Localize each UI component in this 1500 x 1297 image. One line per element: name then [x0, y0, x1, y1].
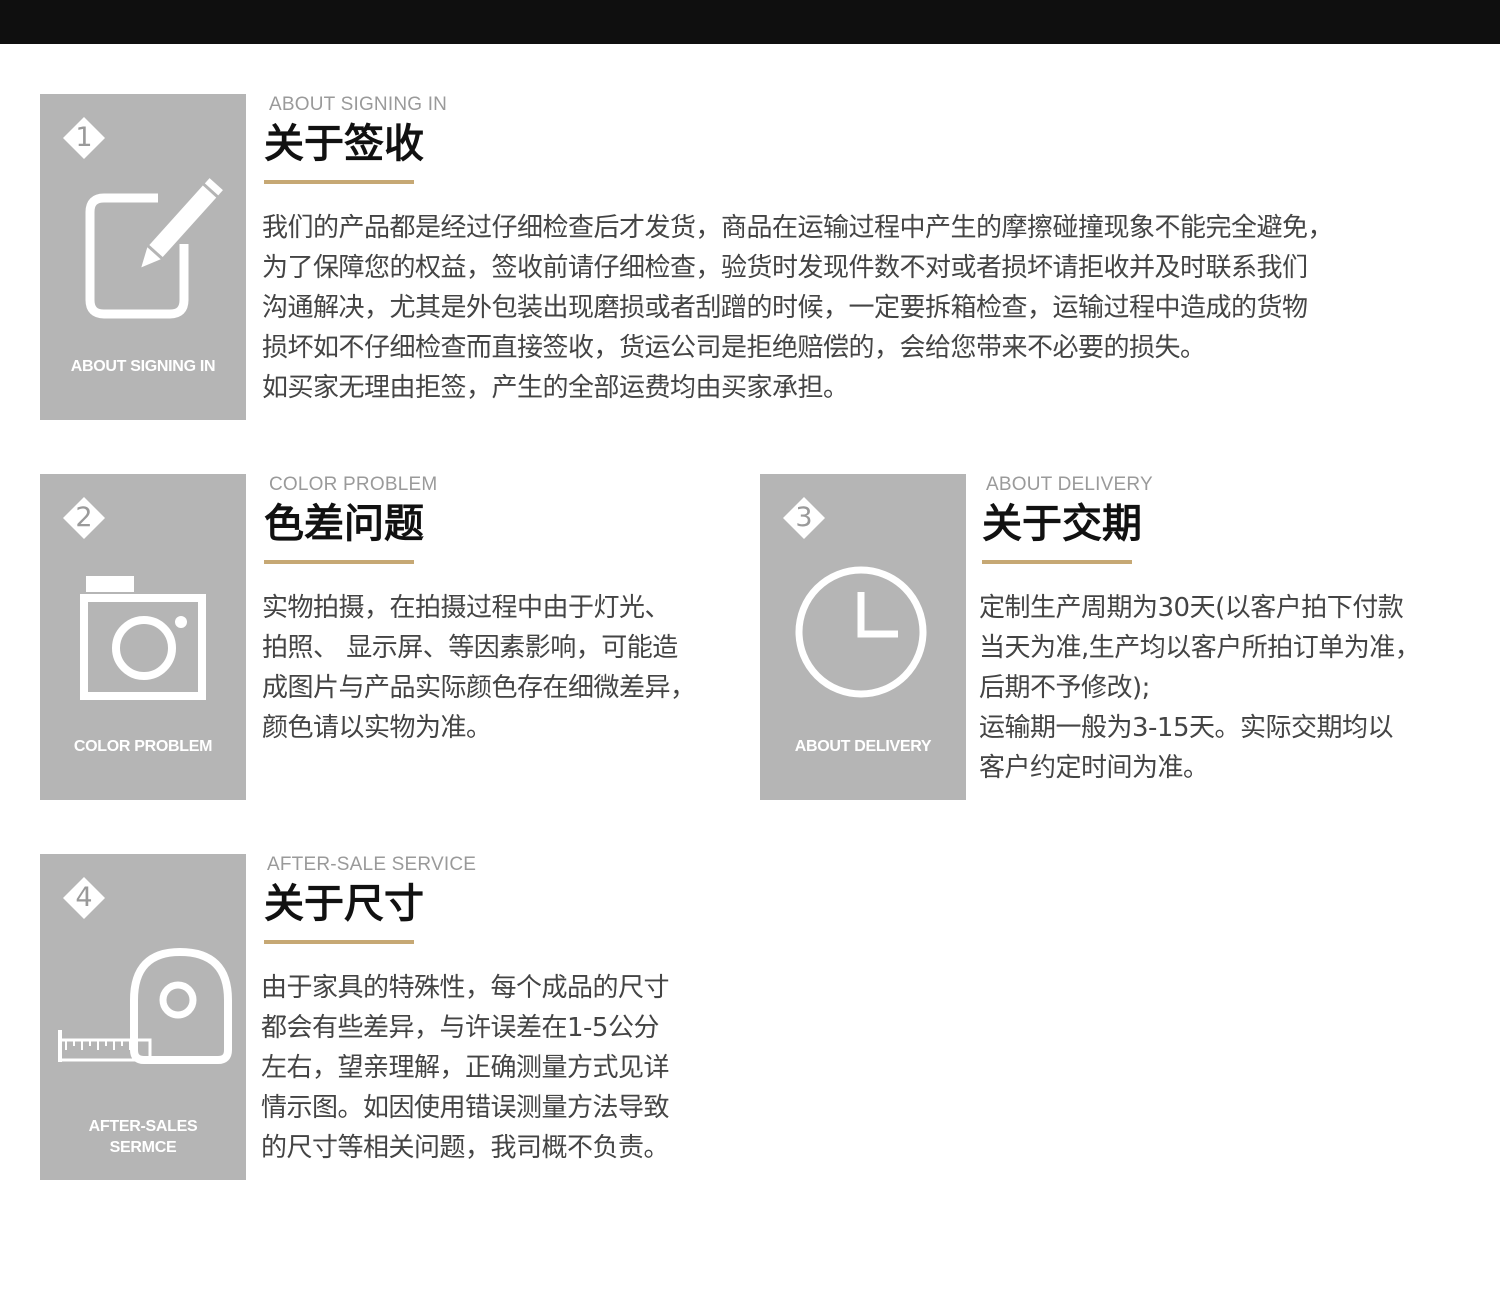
cn-title: 关于尺寸: [264, 881, 424, 927]
cn-title: 关于签收: [264, 121, 424, 167]
section-body-text: 定制生产周期为30天(以客户拍下付款 当天为准,生产均以客户所拍订单为准， 后期…: [979, 593, 1421, 783]
title-underline: [264, 940, 414, 944]
top-banner-bar: [0, 0, 1500, 44]
en-title: AFTER-SALE SERVICE: [267, 854, 477, 875]
tile-caption: AFTER-SALES SERMCE: [88, 1118, 198, 1156]
section-about-delivery: 3 ABOUT DELIVERY ABOUT DELIVERY 关于交期 定制生…: [760, 474, 1490, 804]
tile-caption: COLOR PROBLEM: [73, 738, 213, 755]
title-underline: [264, 180, 414, 184]
en-title: ABOUT SIGNING IN: [269, 94, 448, 115]
size-tile: 4 AFTER-SALES SERMCE: [40, 854, 246, 1180]
cn-title: 色差问题: [264, 501, 424, 547]
section-about-size: 4 AFTER-SALES SERMCE AFTER-SALE SERVICE …: [40, 854, 750, 1184]
cn-title: 关于交期: [982, 501, 1142, 547]
section-body-text: 我们的产品都是经过仔细检查后才发货，商品在运输过程中产生的摩擦碰撞现象不能完全避…: [262, 213, 1334, 403]
section-body-text: 由于家具的特殊性，每个成品的尺寸 都会有些差异，与许误差在1-5公分 左右，望亲…: [261, 973, 670, 1163]
title-underline: [264, 560, 414, 564]
section-color-problem: 2 COLOR PROBLEM COLOR PROBLEM 色差问题 实物拍摄，…: [40, 474, 750, 804]
title-underline: [982, 560, 1132, 564]
delivery-tile: 3 ABOUT DELIVERY: [760, 474, 966, 800]
en-title: COLOR PROBLEM: [269, 474, 438, 495]
signing-tile: 1 ABOUT SIGNING IN: [40, 94, 246, 420]
section-about-signing: 1 ABOUT SIGNING IN ABOUT SIGNING IN 关于签收…: [40, 94, 1490, 424]
tile-caption: ABOUT SIGNING IN: [70, 358, 216, 375]
en-title: ABOUT DELIVERY: [986, 474, 1153, 495]
tile-caption: ABOUT DELIVERY: [794, 738, 932, 755]
color-tile: 2 COLOR PROBLEM: [40, 474, 246, 800]
section-body-text: 实物拍摄，在拍摄过程中由于灯光、 拍照、 显示屏、等因素影响，可能造 成图片与产…: [262, 593, 696, 743]
